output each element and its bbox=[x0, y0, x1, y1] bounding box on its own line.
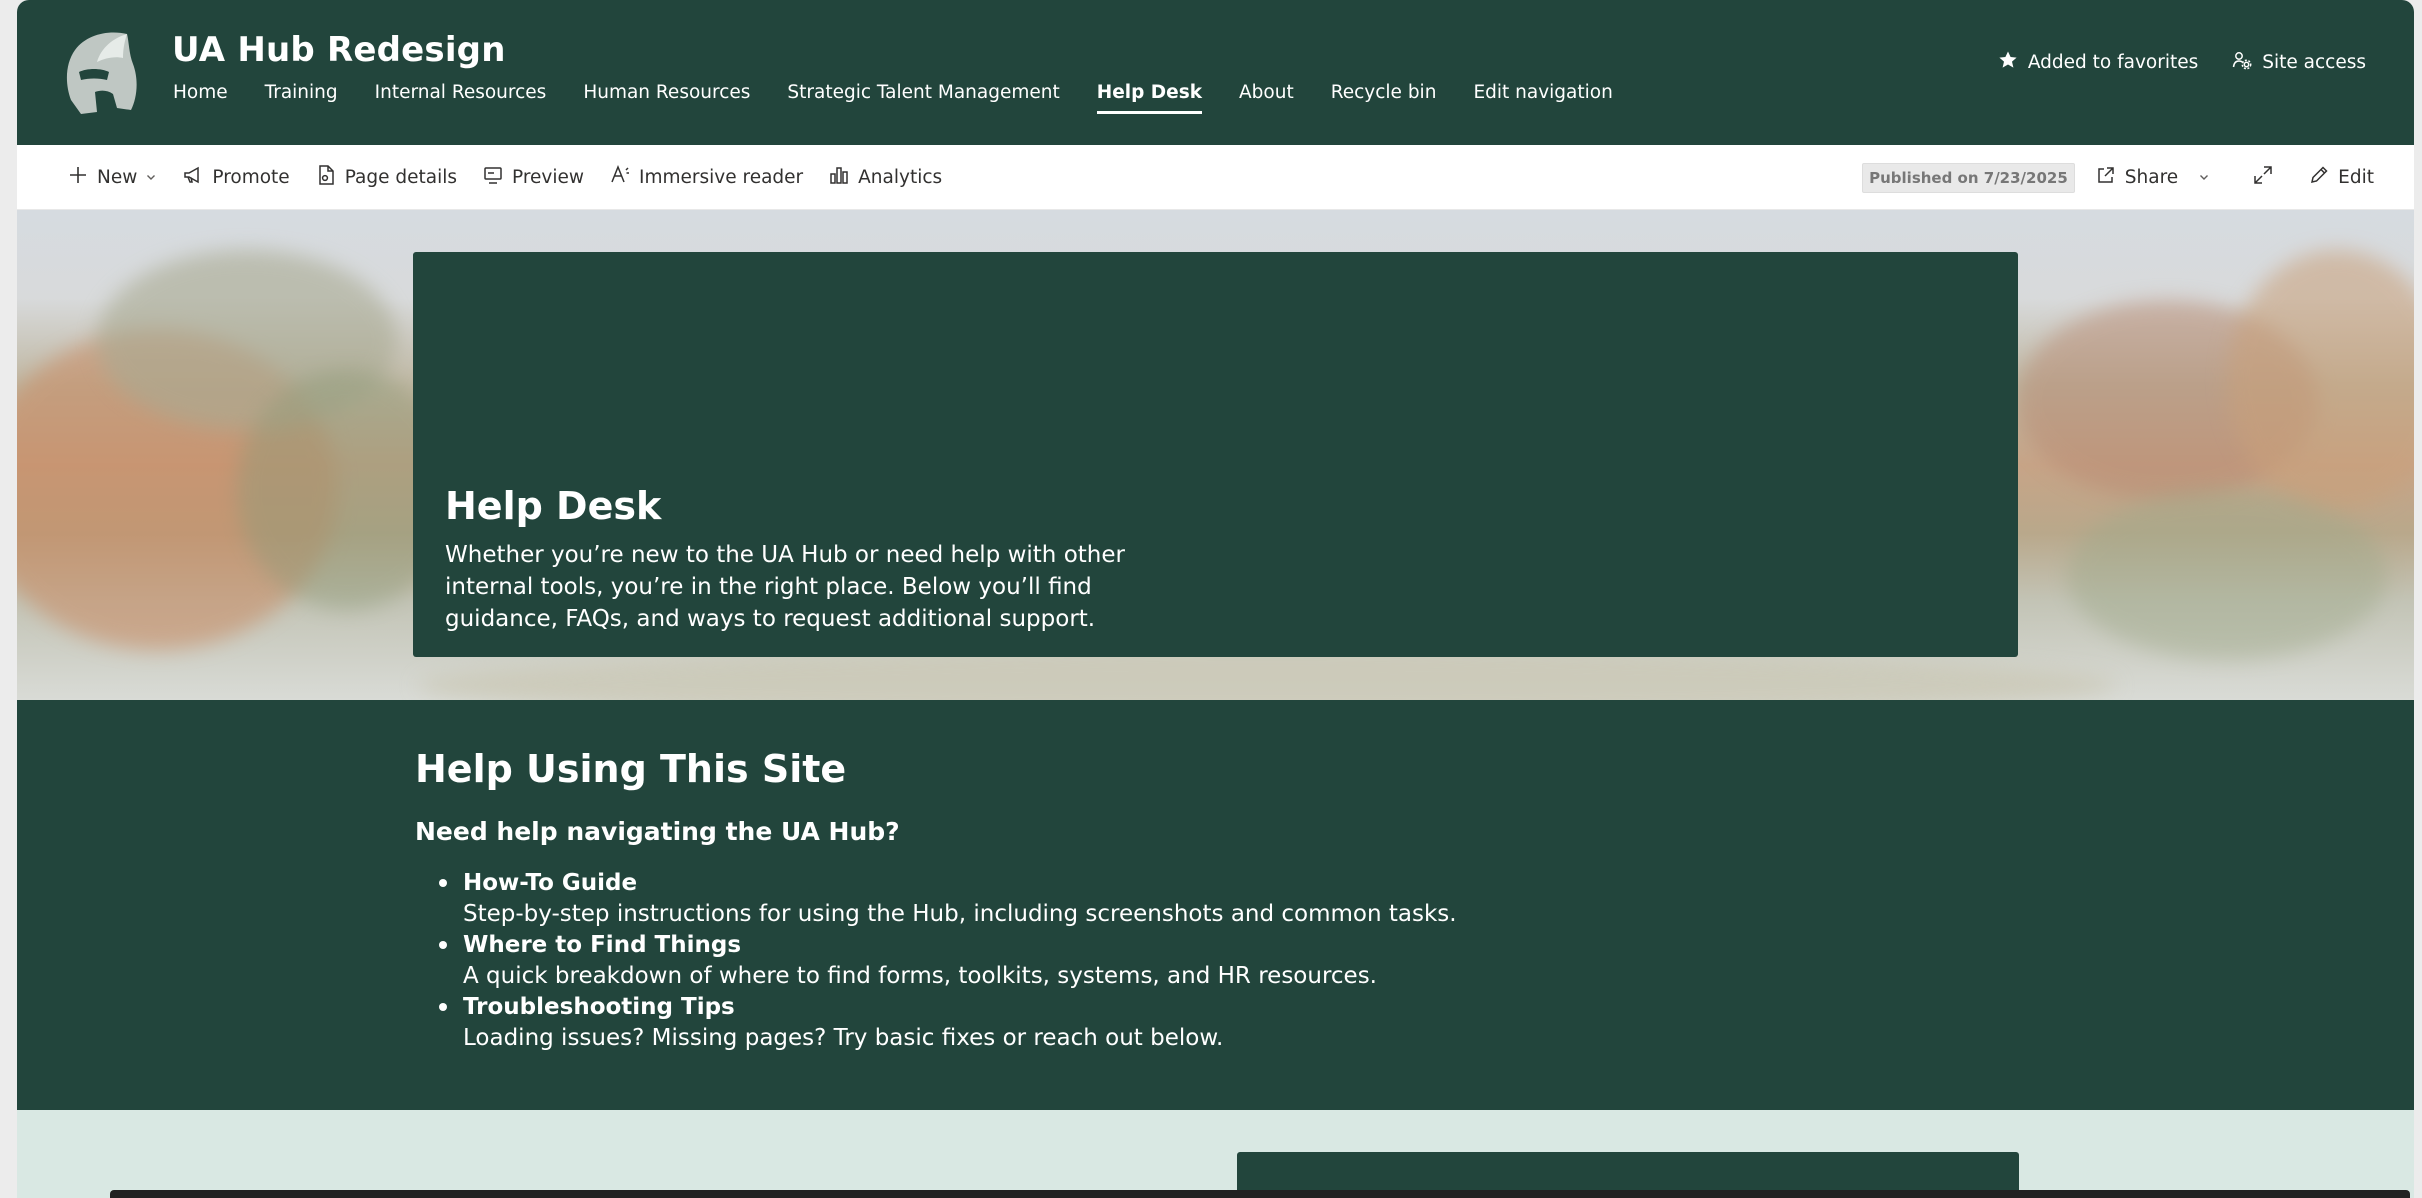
nav-item-home[interactable]: Home bbox=[173, 82, 228, 114]
nav-item-recycle-bin[interactable]: Recycle bin bbox=[1331, 82, 1437, 114]
list-item-description: Loading issues? Missing pages? Try basic… bbox=[463, 1025, 1224, 1051]
analytics-label: Analytics bbox=[858, 167, 943, 188]
immersive-reader-button[interactable]: Immersive reader bbox=[609, 164, 803, 191]
list-item-title: How-To Guide bbox=[463, 870, 638, 896]
published-status-badge: Published on 7/23/2025 bbox=[1862, 162, 2075, 193]
analytics-icon bbox=[828, 164, 850, 191]
site-title[interactable]: UA Hub Redesign bbox=[172, 30, 506, 70]
page-details-button[interactable]: Page details bbox=[315, 164, 457, 191]
new-button[interactable]: New bbox=[67, 164, 157, 191]
edit-label: Edit bbox=[2338, 167, 2374, 188]
list-item-description: Step-by-step instructions for using the … bbox=[463, 901, 1457, 927]
megaphone-icon bbox=[182, 164, 204, 191]
hero-banner: Help Desk Whether you’re new to the UA H… bbox=[17, 210, 2414, 700]
list-item-title: Troubleshooting Tips bbox=[463, 994, 735, 1020]
favorites-button[interactable]: Added to favorites bbox=[1998, 50, 2198, 75]
nav-item-edit-navigation[interactable]: Edit navigation bbox=[1473, 82, 1612, 114]
preview-label: Preview bbox=[512, 167, 585, 188]
list-item-title: Where to Find Things bbox=[463, 932, 742, 958]
command-bar: New Promote Page details Preview Immersi… bbox=[17, 145, 2414, 210]
site-navigation: Home Training Internal Resources Human R… bbox=[173, 82, 1650, 114]
page-title: Help Desk bbox=[445, 484, 662, 528]
chevron-down-icon bbox=[2198, 167, 2210, 188]
preview-icon bbox=[482, 164, 504, 191]
lower-section bbox=[17, 1110, 2414, 1198]
site-access-label: Site access bbox=[2262, 52, 2366, 73]
list-item: How-To Guide Step-by-step instructions f… bbox=[439, 868, 1457, 930]
chevron-down-icon bbox=[145, 167, 157, 188]
page-details-label: Page details bbox=[344, 167, 457, 188]
nav-item-internal-resources[interactable]: Internal Resources bbox=[375, 82, 547, 114]
nav-item-about[interactable]: About bbox=[1239, 82, 1294, 114]
spartan-helmet-logo[interactable] bbox=[57, 28, 143, 118]
help-list: How-To Guide Step-by-step instructions f… bbox=[439, 868, 1457, 1054]
nav-item-training[interactable]: Training bbox=[265, 82, 338, 114]
immersive-reader-icon bbox=[609, 164, 631, 191]
promote-label: Promote bbox=[212, 167, 290, 188]
help-heading: Help Using This Site bbox=[415, 747, 847, 791]
edit-button[interactable]: Edit bbox=[2308, 164, 2374, 191]
help-section: Help Using This Site Need help navigatin… bbox=[17, 700, 2414, 1110]
promote-button[interactable]: Promote bbox=[182, 164, 290, 191]
people-settings-icon bbox=[2232, 50, 2252, 75]
nav-item-strategic-talent-management[interactable]: Strategic Talent Management bbox=[787, 82, 1059, 114]
browser-window: UA Hub Redesign Home Training Internal R… bbox=[17, 0, 2414, 1198]
site-header: UA Hub Redesign Home Training Internal R… bbox=[17, 0, 2414, 145]
immersive-reader-label: Immersive reader bbox=[639, 167, 804, 188]
preview-button[interactable]: Preview bbox=[482, 164, 584, 191]
plus-icon bbox=[67, 164, 89, 191]
nav-item-human-resources[interactable]: Human Resources bbox=[583, 82, 750, 114]
list-item-description: A quick breakdown of where to find forms… bbox=[463, 963, 1377, 989]
favorites-label: Added to favorites bbox=[2027, 52, 2199, 73]
site-access-button[interactable]: Site access bbox=[2232, 50, 2366, 75]
help-subheading: Need help navigating the UA Hub? bbox=[415, 817, 900, 846]
page-details-icon bbox=[315, 164, 337, 191]
share-icon bbox=[2095, 164, 2117, 191]
list-item: Troubleshooting Tips Loading issues? Mis… bbox=[439, 992, 1457, 1054]
analytics-button[interactable]: Analytics bbox=[828, 164, 942, 191]
expand-icon bbox=[2252, 164, 2274, 191]
share-button[interactable]: Share bbox=[2095, 164, 2210, 191]
list-item: Where to Find Things A quick breakdown o… bbox=[439, 930, 1457, 992]
taskbar-edge bbox=[110, 1190, 2410, 1198]
page-description: Whether you’re new to the UA Hub or need… bbox=[445, 542, 1125, 632]
pencil-icon bbox=[2308, 164, 2330, 191]
header-actions: Added to favorites Site access bbox=[1998, 50, 2366, 75]
hero-title-card: Help Desk Whether you’re new to the UA H… bbox=[413, 252, 2018, 657]
expand-button[interactable] bbox=[2252, 164, 2274, 191]
share-label: Share bbox=[2124, 167, 2179, 188]
star-icon bbox=[1998, 50, 2018, 75]
new-label: New bbox=[97, 167, 138, 188]
nav-item-help-desk[interactable]: Help Desk bbox=[1096, 82, 1203, 114]
